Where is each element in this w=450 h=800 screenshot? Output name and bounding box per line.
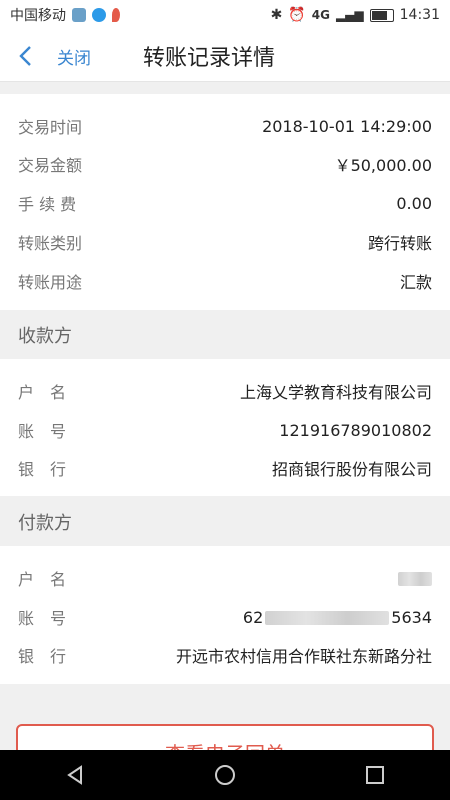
payer-bank: 开远市农村信用合作联社东新路分社 xyxy=(175,647,432,666)
payee-account: 121916789010802 xyxy=(279,420,432,440)
row-value: 0.00 xyxy=(396,193,432,213)
payee-account-row: 账 号 121916789010802 xyxy=(0,411,450,449)
row-value: 2018-10-01 14:29:00 xyxy=(262,116,432,136)
transaction-row: 交易金额 ￥50,000.00 xyxy=(0,145,450,183)
redacted-block xyxy=(265,611,390,625)
row-label: 银 行 xyxy=(18,460,67,479)
location-icon xyxy=(112,8,120,22)
carrier-label: 中国移动 xyxy=(10,8,66,24)
row-value: 跨行转账 xyxy=(367,234,432,253)
page-title: 转账记录详情 xyxy=(143,46,276,71)
signal-icon: ▂▄▆ xyxy=(335,8,364,22)
payer-name-row: 户 名 xyxy=(0,559,450,597)
payer-name xyxy=(138,569,432,588)
row-value: 汇款 xyxy=(399,273,432,292)
payer-account-row: 账 号 62 5634 xyxy=(0,598,450,636)
account-prefix: 62 xyxy=(242,607,264,627)
payee-bank: 招商银行股份有限公司 xyxy=(271,460,432,479)
payer-bank-row: 银 行 开远市农村信用合作联社东新路分社 xyxy=(0,636,450,674)
payer-section-header: 付款方 xyxy=(0,498,450,546)
payee-name: 上海乂学教育科技有限公司 xyxy=(239,383,432,402)
section-title: 收款方 xyxy=(18,326,72,347)
payer-account: 62 5634 xyxy=(138,608,432,627)
section-title: 付款方 xyxy=(18,513,72,534)
row-label: 银 行 xyxy=(18,647,67,666)
gallery-icon xyxy=(72,8,86,22)
transaction-row: 转账用途 汇款 xyxy=(0,262,450,300)
transaction-row: 手 续 费 0.00 xyxy=(0,184,450,222)
row-label: 转账用途 xyxy=(18,273,83,292)
system-navigation-bar xyxy=(0,750,450,800)
back-triangle-icon[interactable] xyxy=(63,763,87,787)
row-label: 手 续 费 xyxy=(18,195,77,214)
transaction-card: 交易时间 2018-10-01 14:29:00 交易金额 ￥50,000.00… xyxy=(0,94,450,310)
row-label: 转账类别 xyxy=(18,234,83,253)
alarm-icon: ⏰ xyxy=(288,7,306,23)
navigation-bar: 关闭 转账记录详情 xyxy=(0,30,450,82)
row-value: ￥50,000.00 xyxy=(334,156,432,175)
battery-icon xyxy=(369,8,394,22)
transaction-row: 转账类别 跨行转账 xyxy=(0,223,450,261)
bluetooth-icon: ✱ xyxy=(270,7,283,23)
back-arrow-icon[interactable] xyxy=(16,44,36,68)
close-button[interactable]: 关闭 xyxy=(57,44,91,69)
payee-section-header: 收款方 xyxy=(0,311,450,359)
row-label: 交易时间 xyxy=(18,118,83,137)
payee-card: 户 名 上海乂学教育科技有限公司 账 号 121916789010802 银 行… xyxy=(0,359,450,496)
row-label: 交易金额 xyxy=(18,156,83,175)
payer-card: 户 名 账 号 62 5634 银 行 开远市农村信用合作联社东新路分社 xyxy=(0,546,450,684)
recents-square-icon[interactable] xyxy=(363,763,387,787)
account-suffix: 5634 xyxy=(391,607,432,627)
transaction-row: 交易时间 2018-10-01 14:29:00 xyxy=(0,107,450,145)
row-label: 户 名 xyxy=(18,570,67,589)
payee-bank-row: 银 行 招商银行股份有限公司 xyxy=(0,449,450,487)
status-bar: 中国移动 ✱ ⏰ 4G ▂▄▆ 14:31 xyxy=(0,0,450,30)
status-time: 14:31 xyxy=(399,7,440,23)
row-label: 户 名 xyxy=(18,383,67,402)
network-label: 4G xyxy=(311,8,330,22)
row-label: 账 号 xyxy=(18,609,67,628)
row-label: 账 号 xyxy=(18,422,67,441)
redacted-block xyxy=(398,572,432,586)
payee-name-row: 户 名 上海乂学教育科技有限公司 xyxy=(0,372,450,410)
message-icon xyxy=(92,8,106,22)
home-circle-icon[interactable] xyxy=(213,763,237,787)
